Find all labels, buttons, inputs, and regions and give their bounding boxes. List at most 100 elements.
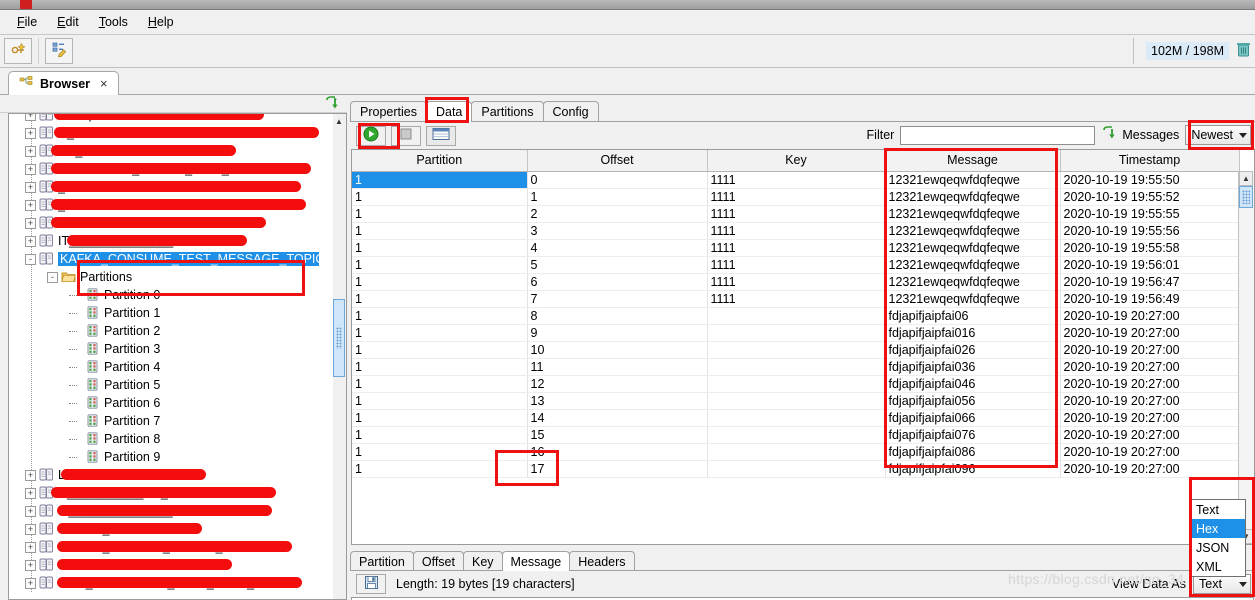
tree-expander[interactable]: + — [25, 114, 36, 121]
table-row[interactable]: 1 2 1111 12321ewqeqwfdqfeqwe 2020-10-19 19:5… — [352, 205, 1240, 223]
dropdown-option-hex[interactable]: Hex — [1191, 519, 1245, 538]
tree-node-partition[interactable]: Partition 9 — [9, 448, 319, 466]
stop-button[interactable] — [391, 125, 421, 146]
tree-node-partition[interactable]: Partition 2 — [9, 322, 319, 340]
view-data-as-dropdown[interactable]: Text Hex JSON XML — [1190, 499, 1246, 577]
tree-expander[interactable]: + — [25, 487, 36, 499]
column-header-partition[interactable]: Partition — [352, 150, 528, 172]
table-row[interactable]: 1 17 fdjapifjaipfai096 2020-10-19 20:27:00 — [352, 460, 1240, 478]
detail-tab-message[interactable]: Message — [501, 551, 571, 571]
cell-message: fdjapifjaipfai016 — [885, 324, 1061, 342]
filter-refresh-icon[interactable] — [1101, 126, 1116, 144]
cell-key — [707, 324, 886, 342]
table-row[interactable]: 1 0 1111 12321ewqeqwfdqfeqwe 2020-10-19 19:5… — [352, 171, 1240, 189]
messages-table[interactable]: Partition Offset Key Message Timestamp 1 0 111… — [351, 149, 1255, 545]
tree-expander[interactable]: + — [25, 145, 36, 157]
edit-connection-button[interactable] — [45, 38, 73, 64]
detail-tab-partition[interactable]: Partition — [350, 551, 414, 571]
save-button[interactable] — [356, 574, 386, 594]
cell-key — [707, 460, 886, 478]
table-row[interactable]: 1 10 fdjapifjaipfai026 2020-10-19 20:27:00 — [352, 341, 1240, 359]
refresh-down-icon[interactable] — [324, 96, 339, 114]
new-connection-button[interactable] — [4, 38, 32, 64]
tree-connector — [69, 366, 77, 368]
view-data-as-combo[interactable]: Text — [1193, 574, 1251, 594]
table-row[interactable]: 1 5 1111 12321ewqeqwfdqfeqwe 2020-10-19 19:5… — [352, 256, 1240, 274]
table-row[interactable]: 1 4 1111 12321ewqeqwfdqfeqwe 2020-10-19 19:5… — [352, 239, 1240, 257]
detail-tab-offset[interactable]: Offset — [412, 551, 464, 571]
tree-expander[interactable]: + — [25, 541, 36, 553]
memory-indicator[interactable]: 102M / 198M — [1133, 38, 1251, 64]
tree-node-partition[interactable]: Partition 7 — [9, 412, 319, 430]
tree-node-label: KAFKA_CONSUME_TEST_MESSAGE_TOPIC — [58, 252, 319, 266]
table-view-button[interactable] — [426, 125, 456, 146]
cell-offset: 12 — [527, 375, 708, 393]
table-row[interactable]: 1 13 fdjapifjaipfai056 2020-10-19 20:27:00 — [352, 392, 1240, 410]
tree-expander[interactable]: + — [25, 577, 36, 589]
menu-tools[interactable]: Tools — [90, 12, 137, 32]
table-row[interactable]: 1 15 fdjapifjaipfai076 2020-10-19 20:27:00 — [352, 426, 1240, 444]
dropdown-option-text[interactable]: Text — [1191, 500, 1245, 519]
table-row[interactable]: 1 3 1111 12321ewqeqwfdqfeqwe 2020-10-19 19:5… — [352, 222, 1240, 240]
scroll-up-arrow[interactable]: ▲ — [333, 114, 345, 128]
tree-node-partition[interactable]: Partition 1 — [9, 304, 319, 322]
tree-expander[interactable]: + — [25, 505, 36, 517]
table-scroll-thumb[interactable] — [1239, 186, 1253, 208]
tab-properties[interactable]: Properties — [350, 101, 427, 122]
tab-browser[interactable]: Browser × — [8, 71, 119, 95]
tree-node-partition[interactable]: Partition 4 — [9, 358, 319, 376]
table-scroll-up-arrow[interactable]: ▲ — [1239, 171, 1253, 186]
column-header-offset[interactable]: Offset — [527, 150, 708, 172]
table-row[interactable]: 1 16 fdjapifjaipfai086 2020-10-19 20:27:00 — [352, 443, 1240, 461]
tree-scroll-thumb[interactable] — [333, 299, 345, 377]
close-icon[interactable]: × — [100, 76, 108, 91]
tab-config[interactable]: Config — [542, 101, 599, 122]
table-row[interactable]: 1 9 fdjapifjaipfai016 2020-10-19 20:27:00 — [352, 324, 1240, 342]
detail-tab-headers[interactable]: Headers — [569, 551, 635, 571]
tree-node-partition[interactable]: Partition 3 — [9, 340, 319, 358]
column-header-timestamp[interactable]: Timestamp — [1060, 150, 1240, 172]
tree-expander[interactable]: + — [25, 199, 36, 211]
table-row[interactable]: 1 12 fdjapifjaipfai046 2020-10-19 20:27:00 — [352, 375, 1240, 393]
tree-node-topic[interactable]: - KAFKA_CONSUME_TEST_MESSAGE_TOPIC — [9, 250, 319, 268]
tree-expander[interactable]: + — [25, 127, 36, 139]
column-header-message[interactable]: Message — [885, 150, 1061, 172]
tree-expander[interactable]: + — [25, 559, 36, 571]
messages-order-combo[interactable]: Newest — [1185, 125, 1251, 145]
table-scrollbar[interactable]: ▲ ▼ — [1238, 171, 1254, 544]
tree-expander[interactable]: + — [25, 523, 36, 535]
tree-node-partition[interactable]: Partition 6 — [9, 394, 319, 412]
table-row[interactable]: 1 14 fdjapifjaipfai066 2020-10-19 20:27:00 — [352, 409, 1240, 427]
tree-expander[interactable]: - — [25, 253, 36, 265]
column-header-key[interactable]: Key — [707, 150, 886, 172]
tree-expander[interactable]: + — [25, 163, 36, 175]
trash-icon[interactable] — [1236, 41, 1251, 61]
table-row[interactable]: 1 8 fdjapifjaipfai06 2020-10-19 20:27:00 — [352, 307, 1240, 325]
cell-key — [707, 375, 886, 393]
tree-node-partitions[interactable]: - Partitions — [9, 268, 319, 286]
tree-expander[interactable]: - — [47, 271, 58, 283]
tree-node-partition[interactable]: Partition 8 — [9, 430, 319, 448]
filter-input[interactable] — [900, 125, 1096, 145]
tree-node-partition[interactable]: Partition 5 — [9, 376, 319, 394]
tree-expander[interactable]: + — [25, 181, 36, 193]
table-row[interactable]: 1 6 1111 12321ewqeqwfdqfeqwe 2020-10-19 19:5… — [352, 273, 1240, 291]
tab-partitions[interactable]: Partitions — [471, 101, 544, 122]
topic-tree[interactable]: +itor.topic+R_T+AN_INFO+INCREMENT_HUMAN_… — [8, 113, 333, 600]
table-row[interactable]: 1 11 fdjapifjaipfai036 2020-10-19 20:27:00 — [352, 358, 1240, 376]
dropdown-option-xml[interactable]: XML — [1191, 557, 1245, 576]
menu-file[interactable]: File — [8, 12, 46, 32]
tree-expander[interactable]: + — [25, 217, 36, 229]
menu-edit[interactable]: Edit — [48, 12, 88, 32]
play-button[interactable] — [356, 125, 386, 146]
table-row[interactable]: 1 7 1111 12321ewqeqwfdqfeqwe 2020-10-19 19:5… — [352, 290, 1240, 308]
menu-help[interactable]: Help — [139, 12, 183, 32]
tree-scrollbar[interactable]: ▲ — [333, 113, 347, 600]
dropdown-option-json[interactable]: JSON — [1191, 538, 1245, 557]
tree-expander[interactable]: + — [25, 235, 36, 247]
tree-node-partition[interactable]: Partition 0 — [9, 286, 319, 304]
table-row[interactable]: 1 1 1111 12321ewqeqwfdqfeqwe 2020-10-19 19:5… — [352, 188, 1240, 206]
tree-expander[interactable]: + — [25, 469, 36, 481]
detail-tab-key[interactable]: Key — [462, 551, 503, 571]
tab-data[interactable]: Data — [425, 101, 473, 122]
